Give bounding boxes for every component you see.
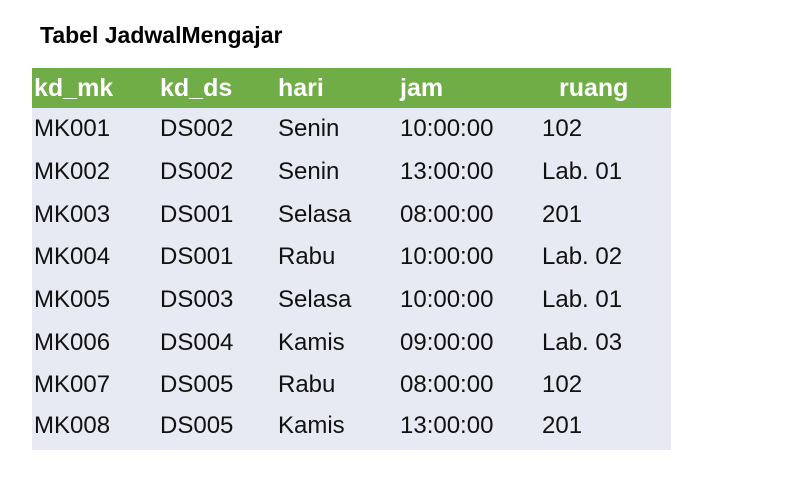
- cell-jam: 10:00:00: [400, 115, 494, 143]
- table-row: MK002 DS002 Senin 13:00:00 Lab. 01: [32, 151, 671, 194]
- cell-jam: 10:00:00: [400, 243, 494, 271]
- cell-jam: 13:00:00: [400, 158, 494, 186]
- cell-kd-ds: DS002: [160, 115, 234, 143]
- cell-kd-ds: DS001: [160, 243, 234, 271]
- cell-jam: 10:00:00: [400, 286, 494, 314]
- cell-hari: Selasa: [278, 200, 352, 228]
- cell-hari: Selasa: [278, 286, 352, 314]
- table-row: MK008 DS005 Kamis 13:00:00 201: [32, 407, 671, 450]
- jadwal-mengajar-table: kd_mk kd_ds hari jam ruang MK001 DS002 S…: [32, 68, 671, 450]
- column-header-kd-mk: kd_mk: [34, 73, 114, 102]
- header-row: kd_mk kd_ds hari jam ruang: [32, 68, 671, 108]
- cell-kd-ds: DS001: [160, 200, 234, 228]
- cell-kd-mk: MK003: [34, 200, 111, 228]
- column-header-jam: jam: [400, 73, 444, 102]
- table-title: Tabel JadwalMengajar: [40, 22, 283, 48]
- cell-jam: 08:00:00: [400, 200, 494, 228]
- cell-kd-ds: DS004: [160, 328, 234, 356]
- table-row: MK003 DS001 Selasa 08:00:00 201: [32, 193, 671, 236]
- cell-ruang: 201: [542, 412, 583, 440]
- cell-jam: 08:00:00: [400, 371, 494, 399]
- table-row: MK004 DS001 Rabu 10:00:00 Lab. 02: [32, 236, 671, 279]
- cell-ruang: 102: [542, 371, 583, 399]
- cell-hari: Kamis: [278, 328, 345, 356]
- column-header-hari: hari: [278, 73, 324, 102]
- cell-kd-mk: MK004: [34, 243, 111, 271]
- cell-kd-mk: MK008: [34, 412, 111, 440]
- table-row: MK001 DS002 Senin 10:00:00 102: [32, 108, 671, 151]
- cell-hari: Rabu: [278, 371, 336, 399]
- cell-jam: 13:00:00: [400, 412, 494, 440]
- cell-kd-mk: MK002: [34, 158, 111, 186]
- cell-ruang: Lab. 01: [542, 158, 623, 186]
- cell-kd-ds: DS005: [160, 371, 234, 399]
- cell-hari: Senin: [278, 115, 340, 143]
- table-header: kd_mk kd_ds hari jam ruang: [32, 68, 671, 108]
- column-header-ruang: ruang: [559, 73, 629, 102]
- cell-kd-ds: DS003: [160, 286, 234, 314]
- cell-ruang: Lab. 03: [542, 328, 623, 356]
- table-row: MK005 DS003 Selasa 10:00:00 Lab. 01: [32, 279, 671, 322]
- cell-ruang: Lab. 01: [542, 286, 623, 314]
- cell-ruang: 102: [542, 115, 583, 143]
- table-row: MK006 DS004 Kamis 09:00:00 Lab. 03: [32, 321, 671, 364]
- cell-kd-mk: MK005: [34, 286, 111, 314]
- cell-kd-ds: DS005: [160, 412, 234, 440]
- cell-kd-mk: MK006: [34, 328, 111, 356]
- cell-hari: Kamis: [278, 412, 345, 440]
- table-body: MK001 DS002 Senin 10:00:00 102 MK002 DS0…: [32, 108, 671, 450]
- cell-jam: 09:00:00: [400, 328, 494, 356]
- table-row: MK007 DS005 Rabu 08:00:00 102: [32, 364, 671, 407]
- cell-kd-ds: DS002: [160, 158, 234, 186]
- cell-ruang: Lab. 02: [542, 243, 623, 271]
- column-header-kd-ds: kd_ds: [160, 73, 233, 102]
- cell-kd-mk: MK001: [34, 115, 111, 143]
- cell-hari: Rabu: [278, 243, 336, 271]
- cell-ruang: 201: [542, 200, 583, 228]
- cell-kd-mk: MK007: [34, 371, 111, 399]
- cell-hari: Senin: [278, 158, 340, 186]
